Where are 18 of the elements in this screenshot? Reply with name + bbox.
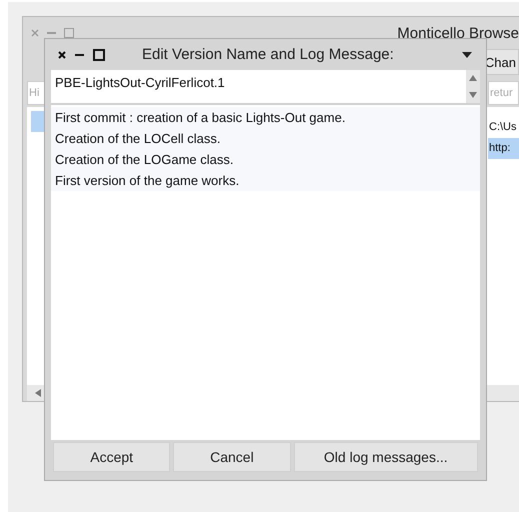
- scroll-up-icon[interactable]: [468, 74, 478, 82]
- dropdown-caret-icon[interactable]: [462, 52, 472, 58]
- version-name-field[interactable]: PBE-LightsOut-CyrilFerlicot.1: [51, 70, 480, 105]
- dialog-button[interactable]: Cancel: [173, 442, 291, 472]
- list-item[interactable]: http:: [488, 138, 519, 159]
- scroll-left-icon[interactable]: [33, 389, 43, 397]
- window-title: Monticello Browse: [397, 24, 519, 42]
- maximize-icon[interactable]: [93, 48, 105, 60]
- dialog-title: Edit Version Name and Log Message:: [142, 46, 394, 63]
- log-message-area[interactable]: First commit : creation of a basic Lights-Out game. Creation of the LOCell class. Creation of the LOGame class. First version of the game works.: [51, 105, 480, 440]
- vertical-scrollbar[interactable]: [466, 70, 480, 103]
- close-icon[interactable]: [58, 50, 66, 58]
- minimize-icon[interactable]: [75, 54, 84, 56]
- scroll-down-icon[interactable]: [468, 91, 478, 99]
- dialog-button[interactable]: Accept: [53, 442, 170, 472]
- search-field[interactable]: retur: [488, 81, 519, 105]
- dialog-button[interactable]: Old log messages...: [294, 442, 478, 472]
- list-item[interactable]: C:\Us: [488, 117, 519, 138]
